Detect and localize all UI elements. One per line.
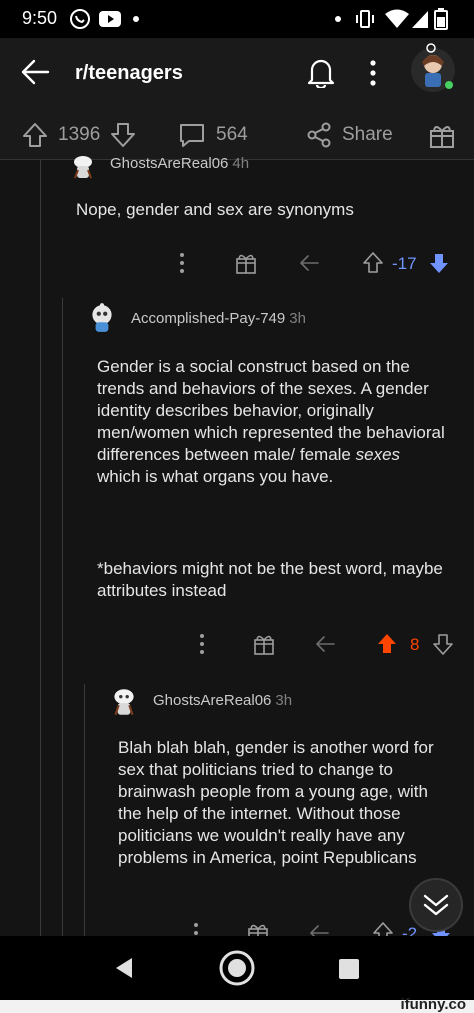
downvote-arrow-icon[interactable]	[432, 631, 454, 657]
comment-author[interactable]: GhostsAreReal06 4h	[110, 155, 249, 172]
post-vote-group: 1396	[22, 122, 136, 148]
more-options-icon[interactable]	[178, 250, 186, 276]
back-arrow-icon[interactable]	[20, 58, 52, 86]
more-options-icon[interactable]	[368, 58, 378, 88]
screen: 9:50 r/teenagers 1396 564 Share GhostsAr…	[0, 0, 474, 1013]
comment-italic-text: sexes	[355, 445, 401, 464]
status-bar: 9:50	[0, 0, 474, 38]
comment-body: Gender is a social construct based on th…	[97, 356, 447, 488]
comment-body-footnote: *behaviors might not be the best word, m…	[97, 559, 443, 600]
comments-button[interactable]: 564	[178, 122, 248, 148]
watermark: ifunny.co	[400, 996, 466, 1013]
bell-icon[interactable]	[306, 56, 336, 88]
share-button[interactable]: Share	[306, 122, 393, 148]
post-score: 1396	[58, 124, 101, 145]
signal-icon	[412, 11, 428, 28]
downvote-arrow-icon[interactable]	[110, 122, 136, 148]
double-chevron-down-icon	[423, 894, 449, 916]
top-app-bar: r/teenagers	[0, 38, 474, 110]
youtube-icon	[99, 11, 121, 27]
award-gift-icon[interactable]	[252, 631, 276, 657]
comment-author[interactable]: GhostsAreReal06 3h	[153, 692, 292, 709]
subreddit-title[interactable]: r/teenagers	[75, 62, 183, 85]
comment-age: 4h	[232, 155, 250, 172]
comment-actions: 8	[190, 631, 460, 661]
thread-line[interactable]	[84, 684, 85, 936]
comment-text: which is what organs you have.	[97, 467, 334, 486]
comment-score: -2	[402, 924, 418, 936]
more-options-icon[interactable]	[198, 631, 206, 657]
more-options-icon[interactable]	[192, 920, 200, 936]
avatar[interactable]	[108, 686, 140, 718]
comment-bubble-icon	[180, 124, 204, 147]
comment-score: 8	[410, 635, 420, 654]
thread-line[interactable]	[40, 160, 41, 936]
reply-arrow-icon[interactable]	[308, 920, 332, 936]
award-gift-icon[interactable]	[234, 250, 258, 276]
comment-count: 564	[216, 124, 248, 145]
comment-actions: -17	[170, 250, 460, 280]
battery-icon	[434, 8, 448, 30]
whatsapp-icon	[70, 9, 90, 29]
comment-body: Blah blah blah, gender is another word f…	[118, 738, 434, 867]
upvote-arrow-icon[interactable]	[362, 250, 384, 276]
thread-line[interactable]	[62, 298, 63, 936]
comment-score: -17	[392, 254, 417, 273]
upvote-arrow-icon[interactable]	[372, 920, 394, 936]
comment-body: Nope, gender and sex are synonyms	[76, 200, 354, 219]
next-comment-button[interactable]	[409, 878, 463, 932]
share-icon	[307, 122, 331, 148]
user-avatar[interactable]	[405, 40, 461, 96]
avatar[interactable]	[86, 302, 118, 334]
vibrate-icon	[356, 10, 374, 28]
award-gift-icon[interactable]	[428, 122, 456, 150]
status-dot-icon	[335, 16, 341, 22]
comment-author[interactable]: Accomplished-Pay-749 3h	[131, 310, 306, 327]
wifi-icon	[385, 9, 409, 28]
downvote-arrow-icon[interactable]	[428, 250, 450, 276]
nav-back-icon[interactable]	[112, 956, 136, 980]
upvote-arrow-icon[interactable]	[22, 122, 48, 148]
avatar[interactable]	[68, 152, 98, 182]
nav-home-icon[interactable]	[218, 949, 256, 987]
notification-dot-icon	[133, 16, 139, 22]
author-name[interactable]: GhostsAreReal06	[153, 692, 271, 709]
award-gift-icon[interactable]	[246, 920, 270, 936]
reply-arrow-icon[interactable]	[298, 250, 322, 276]
system-nav-bar	[0, 936, 474, 1000]
comment-age: 3h	[289, 310, 306, 327]
author-name[interactable]: GhostsAreReal06	[110, 155, 228, 172]
share-label: Share	[342, 124, 393, 145]
nav-recents-icon[interactable]	[338, 958, 360, 980]
comment-age: 3h	[275, 692, 293, 709]
upvote-arrow-icon[interactable]	[376, 631, 398, 657]
reply-arrow-icon[interactable]	[314, 631, 338, 657]
author-name[interactable]: Accomplished-Pay-749	[131, 310, 285, 327]
status-time: 9:50	[22, 8, 58, 28]
